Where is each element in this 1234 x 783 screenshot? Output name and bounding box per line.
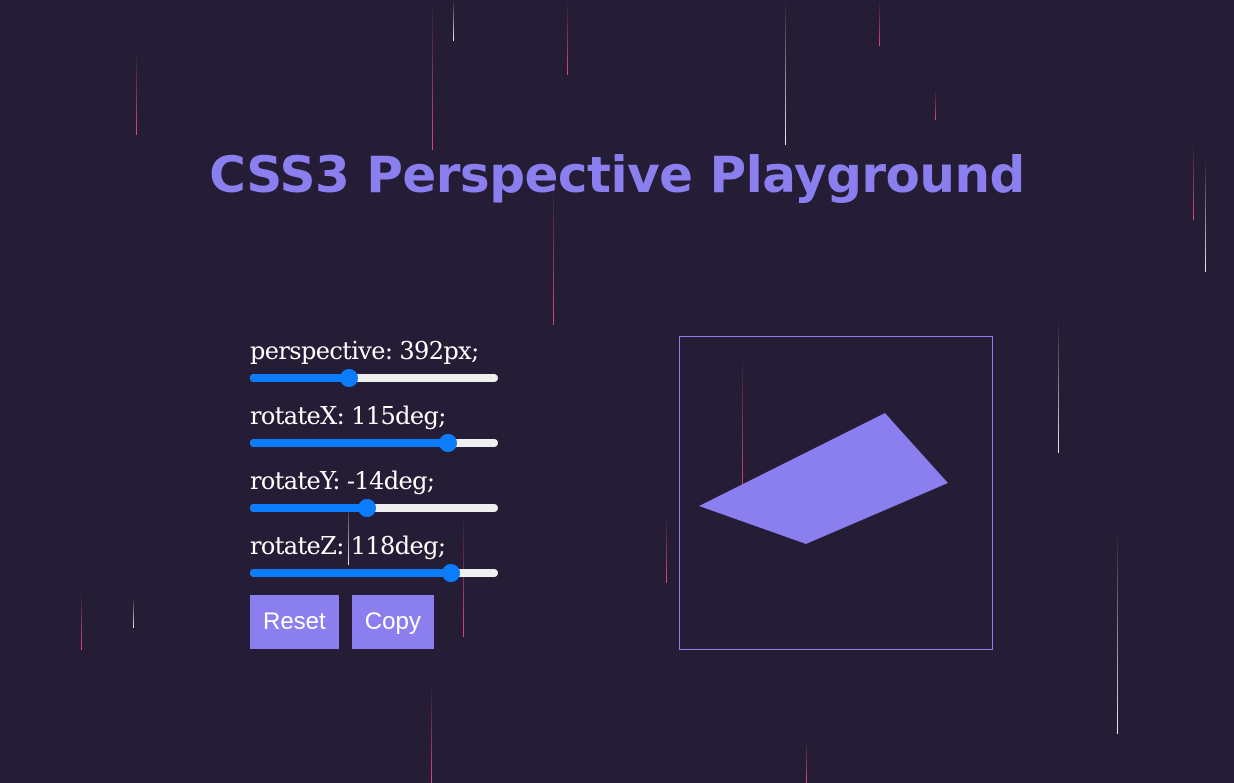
perspective-slider[interactable] [250, 369, 498, 387]
transformed-plane-preview [699, 413, 948, 544]
rotatex-slider-fill [250, 439, 449, 447]
rotatex-slider[interactable] [250, 434, 498, 452]
rotatez-slider-thumb[interactable] [441, 564, 460, 582]
rotatex-slider-thumb[interactable] [439, 434, 458, 452]
rotatez-slider-fill [250, 569, 451, 577]
transformed-plane [699, 413, 948, 544]
copy-button[interactable]: Copy [351, 595, 434, 649]
rotatex-label: rotateX: 115deg; [250, 402, 446, 430]
perspective-slider-fill [250, 374, 350, 382]
preview-stage [679, 336, 993, 650]
perspective-slider-thumb[interactable] [340, 369, 359, 387]
rotatey-slider[interactable] [250, 499, 498, 517]
reset-button[interactable]: Reset [250, 595, 339, 649]
rotatey-label: rotateY: -14deg; [250, 467, 435, 495]
rotatez-slider[interactable] [250, 564, 498, 582]
perspective-control: perspective: 392px; [250, 336, 550, 401]
transform-controls: perspective: 392px; rotateX: 115deg; rot… [250, 336, 550, 596]
rotatey-slider-fill [250, 504, 367, 512]
perspective-label: perspective: 392px; [250, 337, 479, 365]
page-title: CSS3 Perspective Playground [209, 146, 1025, 204]
rotatez-label: rotateZ: 118deg; [250, 532, 446, 560]
rotatey-control: rotateY: -14deg; [250, 466, 550, 531]
falling-rain-decoration [81, 0, 1206, 783]
rotatey-slider-thumb[interactable] [357, 499, 376, 517]
rotatex-control: rotateX: 115deg; [250, 401, 550, 466]
rotatez-control: rotateZ: 118deg; [250, 531, 550, 596]
action-buttons: Reset Copy [250, 595, 442, 649]
